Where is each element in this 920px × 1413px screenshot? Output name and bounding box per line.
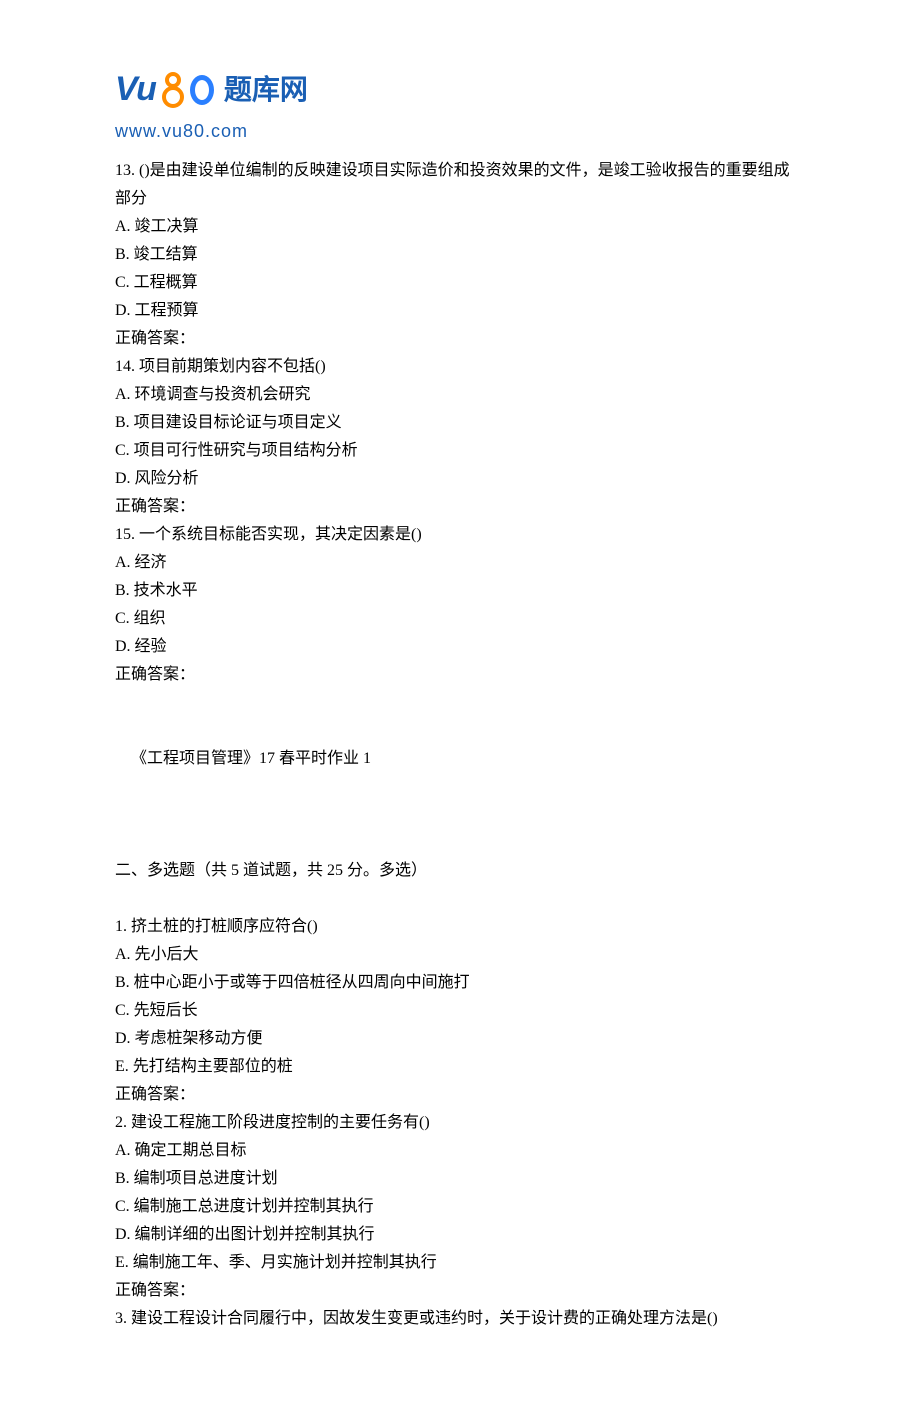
mq1-option-d: D. 考虑桩架移动方便 [115, 1025, 805, 1053]
document-body: 13. ()是由建设单位编制的反映建设项目实际造价和投资效果的文件，是竣工验收报… [115, 157, 805, 1333]
mq1-answer-label: 正确答案： [115, 1081, 805, 1109]
q15-option-b: B. 技术水平 [115, 577, 805, 605]
mq2-stem: 2. 建设工程施工阶段进度控制的主要任务有() [115, 1109, 805, 1137]
q14-answer-label: 正确答案： [115, 493, 805, 521]
mq2-option-b: B. 编制项目总进度计划 [115, 1165, 805, 1193]
mq2-option-d: D. 编制详细的出图计划并控制其执行 [115, 1221, 805, 1249]
q13-option-d: D. 工程预算 [115, 297, 805, 325]
site-logo: Vu 题库网 www.vu80.com [115, 60, 805, 147]
logo-url: www.vu80.com [115, 116, 805, 148]
mq1-option-a: A. 先小后大 [115, 941, 805, 969]
q14-stem: 14. 项目前期策划内容不包括() [115, 353, 805, 381]
section2-header: 二、多选题（共 5 道试题，共 25 分。多选） [115, 857, 805, 885]
mq2-option-c: C. 编制施工总进度计划并控制其执行 [115, 1193, 805, 1221]
q14-option-a: A. 环境调查与投资机会研究 [115, 381, 805, 409]
mq2-option-e: E. 编制施工年、季、月实施计划并控制其执行 [115, 1249, 805, 1277]
mq1-option-e: E. 先打结构主要部位的桩 [115, 1053, 805, 1081]
q15-stem: 15. 一个系统目标能否实现，其决定因素是() [115, 521, 805, 549]
mq1-option-c: C. 先短后长 [115, 997, 805, 1025]
q15-option-d: D. 经验 [115, 633, 805, 661]
q15-option-c: C. 组织 [115, 605, 805, 633]
mq1-option-b: B. 桩中心距小于或等于四倍桩径从四周向中间施打 [115, 969, 805, 997]
q14-option-c: C. 项目可行性研究与项目结构分析 [115, 437, 805, 465]
q13-option-c: C. 工程概算 [115, 269, 805, 297]
mq3-stem: 3. 建设工程设计合同履行中，因故发生变更或违约时，关于设计费的正确处理方法是(… [115, 1305, 805, 1333]
q13-option-b: B. 竣工结算 [115, 241, 805, 269]
q15-answer-label: 正确答案： [115, 661, 805, 689]
q14-option-b: B. 项目建设目标论证与项目定义 [115, 409, 805, 437]
q13-stem: 13. ()是由建设单位编制的反映建设项目实际造价和投资效果的文件，是竣工验收报… [115, 157, 805, 213]
q14-option-d: D. 风险分析 [115, 465, 805, 493]
logo-graphic: Vu 题库网 [115, 60, 805, 120]
logo-vu-text: Vu [115, 60, 156, 120]
q13-answer-label: 正确答案： [115, 325, 805, 353]
section2-title: 《工程项目管理》17 春平时作业 1 [115, 745, 805, 773]
logo-brand-text: 题库网 [224, 65, 308, 114]
logo-8-icon [160, 72, 186, 108]
mq2-option-a: A. 确定工期总目标 [115, 1137, 805, 1165]
logo-0-icon [190, 75, 214, 105]
mq2-answer-label: 正确答案： [115, 1277, 805, 1305]
q15-option-a: A. 经济 [115, 549, 805, 577]
q13-option-a: A. 竣工决算 [115, 213, 805, 241]
mq1-stem: 1. 挤土桩的打桩顺序应符合() [115, 913, 805, 941]
